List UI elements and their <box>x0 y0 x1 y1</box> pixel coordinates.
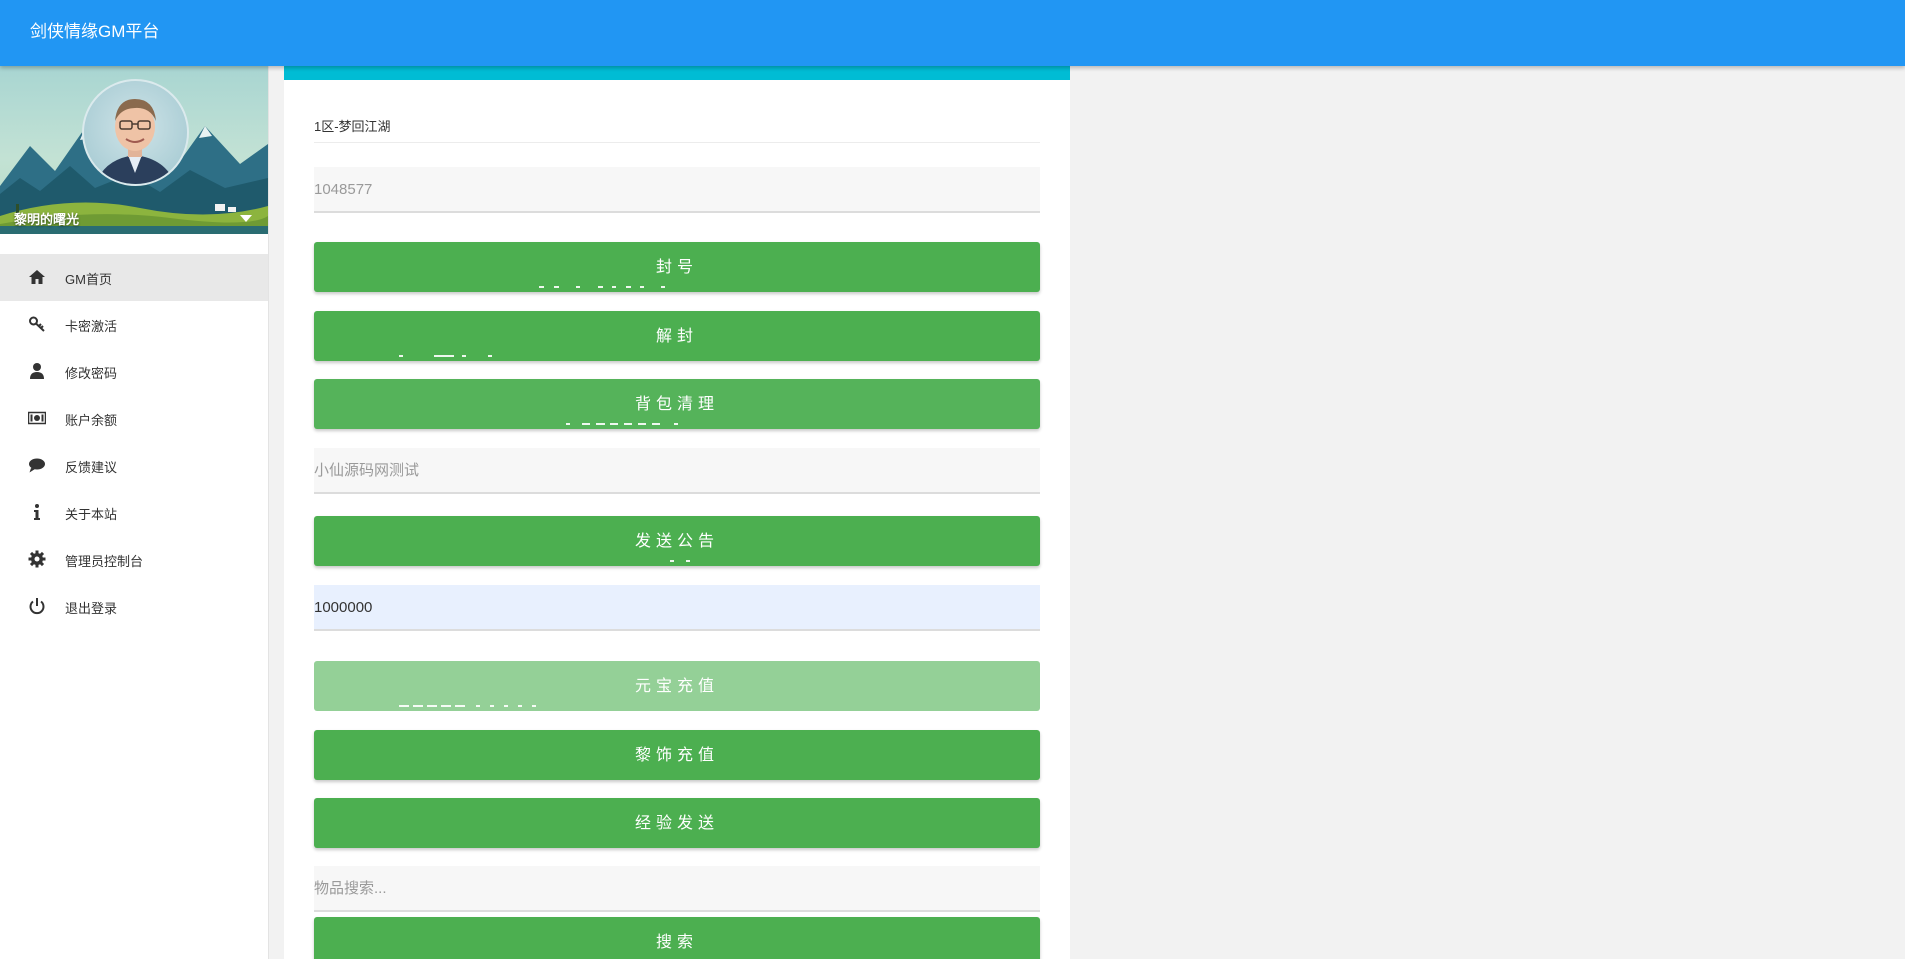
sidebar-item-card-activation[interactable]: 卡密激活 <box>0 301 268 348</box>
ripple-effect <box>314 423 1040 426</box>
home-icon <box>29 270 45 284</box>
ripple-effect <box>314 286 1040 289</box>
send-notice-button-label: 发送公告 <box>634 533 719 550</box>
exp-send-button[interactable]: 经验发送 <box>314 798 1040 848</box>
item-search-input[interactable] <box>314 866 1040 912</box>
user-icon <box>30 363 44 379</box>
avatar[interactable] <box>82 79 189 186</box>
yuanbao-recharge-button-label: 元宝充值 <box>634 678 719 695</box>
money-icon <box>28 411 46 425</box>
sidebar-item-balance[interactable]: 账户余额 <box>0 395 268 442</box>
sidebar-item-gm-home[interactable]: GM首页 <box>0 254 268 301</box>
sidebar-item-label: 反馈建议 <box>65 460 118 475</box>
sidebar-item-feedback[interactable]: 反馈建议 <box>0 442 268 489</box>
exp-send-button-label: 经验发送 <box>634 815 719 832</box>
user-name[interactable]: 黎明的曙光 <box>14 209 79 228</box>
app-title: 剑侠情缘GM平台 <box>30 22 160 41</box>
ripple-effect <box>314 355 1040 358</box>
sidebar-item-label: 退出登录 <box>65 601 118 616</box>
ripple-effect <box>314 560 1040 563</box>
sidebar: 黎明的曙光 GM首页 卡密激活 修改密码 账户余额 反馈建议 关于本站 管理员控… <box>0 66 269 959</box>
app-bar: 剑侠情缘GM平台 <box>0 0 1905 66</box>
card-accent-bar <box>284 66 1070 80</box>
ban-button[interactable]: 封号 <box>314 242 1040 292</box>
unban-button-label: 解封 <box>655 328 698 345</box>
info-icon <box>34 504 40 520</box>
ban-button-label: 封号 <box>655 259 698 276</box>
lishi-recharge-button[interactable]: 黎饰充值 <box>314 730 1040 780</box>
sidebar-item-label: 账户余额 <box>65 413 118 428</box>
sidebar-nav: GM首页 卡密激活 修改密码 账户余额 反馈建议 关于本站 管理员控制台 退出登… <box>0 254 268 630</box>
clear-bag-button[interactable]: 背包清理 <box>314 379 1040 429</box>
search-button-label: 搜索 <box>655 934 698 951</box>
server-selector[interactable]: 1区-梦回江湖 <box>314 116 1040 143</box>
amount-input[interactable] <box>314 585 1040 631</box>
lishi-recharge-button-label: 黎饰充值 <box>634 747 719 764</box>
send-notice-button[interactable]: 发送公告 <box>314 516 1040 566</box>
user-profile-header: 黎明的曙光 <box>0 66 268 234</box>
gm-control-card: 1区-梦回江湖 封号 解封 背包清理 发送公告 元宝充值 <box>284 66 1070 959</box>
key-icon <box>29 316 45 332</box>
clear-bag-button-label: 背包清理 <box>634 396 719 413</box>
sidebar-item-about[interactable]: 关于本站 <box>0 489 268 536</box>
comment-icon <box>29 458 45 473</box>
gear-icon <box>28 550 46 568</box>
notice-input[interactable] <box>314 448 1040 494</box>
ripple-effect <box>314 705 1040 708</box>
sidebar-item-label: 卡密激活 <box>65 319 118 334</box>
role-id-input[interactable] <box>314 167 1040 213</box>
yuanbao-recharge-button[interactable]: 元宝充值 <box>314 661 1040 711</box>
sidebar-item-label: 管理员控制台 <box>65 554 144 569</box>
sidebar-item-admin-console[interactable]: 管理员控制台 <box>0 536 268 583</box>
unban-button[interactable]: 解封 <box>314 311 1040 361</box>
sidebar-item-logout[interactable]: 退出登录 <box>0 583 268 630</box>
sidebar-item-change-password[interactable]: 修改密码 <box>0 348 268 395</box>
sidebar-item-label: GM首页 <box>65 272 112 287</box>
caret-down-icon[interactable] <box>240 215 252 223</box>
search-button[interactable]: 搜索 <box>314 917 1040 959</box>
sidebar-item-label: 关于本站 <box>65 507 118 522</box>
power-icon <box>29 598 45 615</box>
sidebar-item-label: 修改密码 <box>65 366 118 381</box>
